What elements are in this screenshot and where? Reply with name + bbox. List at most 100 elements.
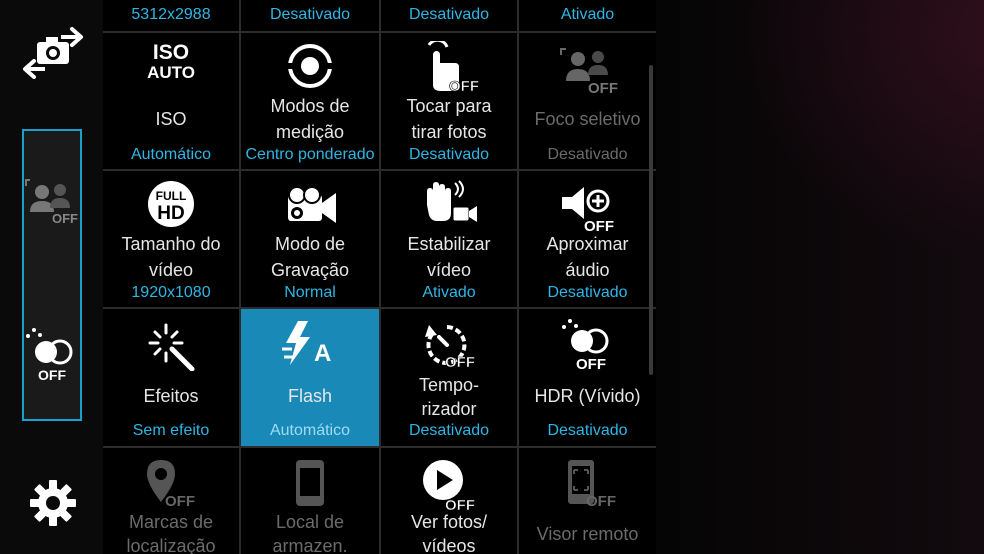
setting-label-line1: Estabilizar (407, 234, 491, 254)
storage-phone-icon (296, 460, 324, 506)
stabilize-icon (427, 180, 477, 222)
full-hd-icon: FULL HD (148, 181, 194, 227)
touch-shot-icon: OFF (427, 41, 479, 95)
setting-video-stabilization[interactable]: Estabilizar vídeo Ativado (381, 171, 517, 307)
setting-label: Foco seletivo (534, 109, 641, 129)
setting-label: HDR (Vívido) (534, 386, 641, 406)
remote-viewfinder-icon-wrap: OFF (519, 458, 656, 508)
setting-label-line1: Tocar para (406, 96, 492, 116)
setting-hdr[interactable]: OFF HDR (Vívido) Desativado (519, 309, 656, 446)
setting-label-line1: Modo de (274, 234, 346, 254)
settings-scrollbar[interactable] (649, 65, 653, 375)
storage-phone-icon-wrap (241, 458, 379, 508)
setting-value: 1920x1080 (131, 284, 211, 301)
setting-label-line2: armazen. (272, 536, 348, 554)
gear-icon (30, 480, 76, 526)
metering-icon (287, 44, 333, 88)
audio-zoom-icon: OFF (561, 187, 614, 233)
setting-label-line2: medição (275, 122, 345, 142)
setting-value: Desativado (408, 146, 490, 163)
full-hd-icon-wrap: FULL HD (103, 181, 239, 227)
setting-value: 5312x2988 (131, 6, 211, 23)
setting-label-line2: vídeos (422, 536, 476, 554)
setting-label-line2: áudio (565, 260, 610, 280)
remote-viewfinder-icon: OFF (567, 460, 616, 508)
stabilize-icon-wrap (381, 179, 517, 227)
svg-text:OFF: OFF (52, 211, 78, 226)
svg-text:OFF: OFF (165, 493, 195, 508)
setting-iso[interactable]: ISO AUTO ISO Automático (103, 33, 239, 169)
setting-metering[interactable]: Modos de medição Centro ponderado (241, 33, 379, 169)
svg-text:OFF: OFF (588, 80, 618, 95)
svg-text:OFF: OFF (586, 493, 616, 508)
setting-value: Desativado (408, 6, 490, 23)
svg-text:OFF: OFF (576, 356, 606, 371)
setting-value: Normal (284, 284, 336, 301)
camera-sidebar: OFF OFF (0, 0, 103, 554)
setting-label-line1: Aproximar (546, 234, 629, 254)
svg-text:OFF: OFF (445, 354, 475, 371)
setting-location-tags[interactable]: OFF Marcas de localização (103, 448, 239, 554)
setting-label-line2: localização (126, 536, 216, 554)
shortcut-hdr[interactable]: OFF (24, 323, 80, 387)
hdr-icon-wrap: OFF (519, 317, 656, 371)
hdr-icon: OFF (561, 319, 608, 371)
setting-remote-viewfinder[interactable]: OFF Visor remoto (519, 448, 656, 554)
setting-review-pictures[interactable]: OFF Ver fotos/ vídeos (381, 448, 517, 554)
setting-value: Desativado (547, 146, 628, 163)
setting-recording-mode[interactable]: Modo de Gravação Normal (241, 171, 379, 307)
shortcut-selective-focus[interactable]: OFF (24, 171, 80, 231)
svg-text:OFF: OFF (38, 367, 66, 383)
flash-auto-icon: A (282, 321, 331, 367)
setting-effects[interactable]: Efeitos Sem efeito (103, 309, 239, 446)
setting-top-3[interactable]: Desativado (381, 0, 517, 31)
setting-selective-focus[interactable]: OFF Foco seletivo Desativado (519, 33, 656, 169)
setting-label-line1: Tempo- (418, 375, 480, 395)
selective-focus-icon: OFF (25, 179, 78, 226)
setting-value: Ativado (560, 6, 615, 23)
setting-label-line2: vídeo (426, 260, 472, 280)
switch-camera-button[interactable] (18, 22, 88, 82)
setting-top-4[interactable]: Ativado (519, 0, 656, 31)
setting-label-line2: tirar fotos (411, 122, 487, 142)
svg-text:A: A (314, 340, 331, 367)
setting-top-2[interactable]: Desativado (241, 0, 379, 31)
settings-button[interactable] (25, 475, 81, 531)
setting-touch-to-capture[interactable]: OFF Tocar para tirar fotos Desativado (381, 33, 517, 169)
timer-icon-wrap: OFF (381, 319, 517, 371)
audio-zoom-icon-wrap: OFF (519, 179, 656, 233)
setting-label-line1: Tamanho do (121, 234, 221, 254)
iso-auto-icon: ISO AUTO (103, 41, 239, 83)
setting-value: Automático (269, 422, 351, 439)
setting-label-line2: rizador (421, 399, 477, 419)
setting-value: Centro ponderado (245, 146, 375, 163)
setting-label: Efeitos (143, 386, 199, 406)
iso-icon-text: ISO (152, 41, 190, 64)
setting-label-line1: Local de (275, 512, 345, 532)
location-tag-icon-wrap: OFF (103, 458, 239, 508)
effects-wand-icon-wrap (103, 321, 239, 371)
selective-focus-icon: OFF (559, 48, 618, 95)
setting-video-size[interactable]: FULL HD Tamanho do vídeo 1920x1080 (103, 171, 239, 307)
touch-shot-icon-wrap: OFF (381, 41, 517, 95)
setting-timer[interactable]: OFF Tempo- rizador Desativado (381, 309, 517, 446)
setting-value: Desativado (269, 6, 351, 23)
review-play-icon-wrap: OFF (381, 458, 517, 512)
flash-auto-icon-wrap: A (241, 319, 379, 369)
camera-settings-grid: 5312x2988 Desativado Desativado Ativado … (103, 0, 656, 554)
camera-switch-icon (23, 27, 83, 79)
timer-icon: OFF (425, 325, 475, 371)
setting-storage-location[interactable]: Local de armazen. (241, 448, 379, 554)
video-camera-icon-wrap (241, 185, 379, 225)
selective-focus-icon-wrap: OFF (519, 43, 656, 95)
setting-flash[interactable]: A Flash Automático (241, 309, 379, 446)
setting-audio-zoom[interactable]: OFF Aproximar áudio Desativado (519, 171, 656, 307)
setting-value: Desativado (547, 284, 628, 301)
quick-settings-shortcut-panel[interactable]: OFF OFF (22, 129, 82, 421)
setting-picture-size[interactable]: 5312x2988 (103, 0, 239, 31)
setting-value: Automático (130, 146, 212, 163)
setting-label-line1: Modos de (270, 96, 350, 116)
setting-value: Sem efeito (132, 422, 210, 439)
setting-value: Desativado (408, 422, 490, 439)
hdr-icon: OFF (26, 328, 73, 383)
